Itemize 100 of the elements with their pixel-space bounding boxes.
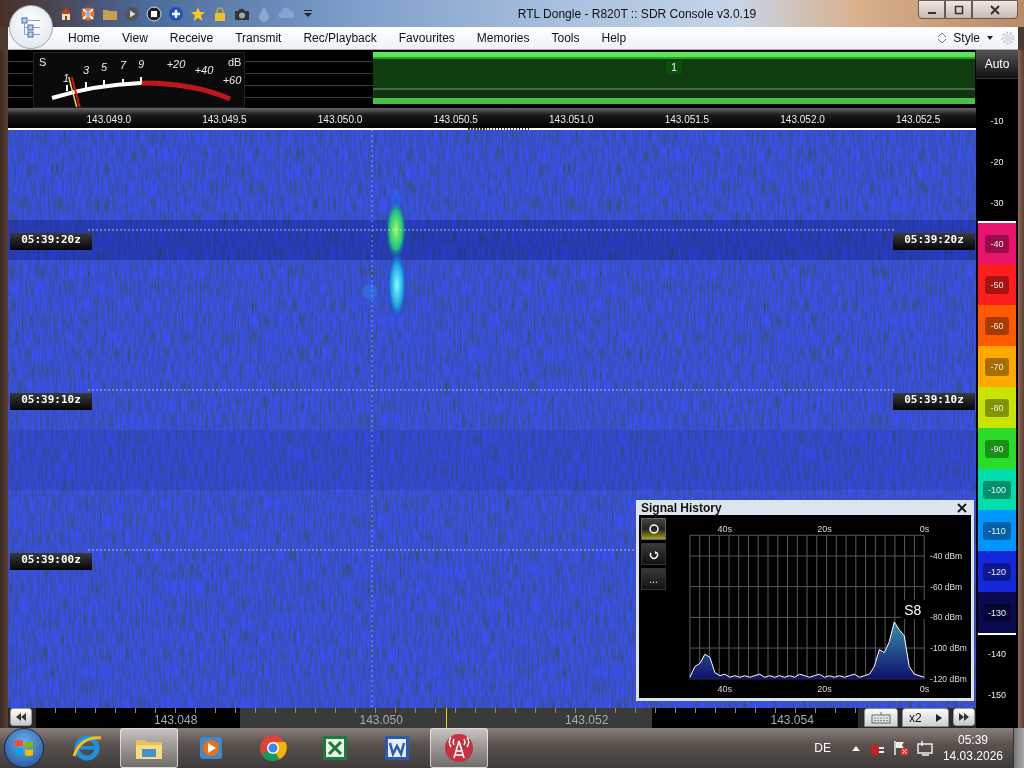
flag-icon[interactable]	[892, 740, 909, 756]
history-tool-button[interactable]	[641, 518, 666, 540]
auto-button[interactable]: Auto	[976, 50, 1018, 79]
level-label: -20	[989, 155, 1005, 169]
level-label: -80	[985, 398, 1009, 417]
history-tool-button[interactable]	[641, 543, 666, 565]
timestamp-label: 05:39:20z	[893, 233, 975, 250]
level-label: -110	[983, 521, 1011, 540]
frequency-label: 143.052.5	[894, 113, 942, 127]
show-desktop-button[interactable]	[1013, 728, 1024, 768]
keyboard-icon	[871, 711, 891, 724]
panel-title: Signal History	[641, 500, 723, 515]
level-label: -50	[985, 275, 1009, 294]
meter-unit-label: S	[39, 56, 47, 68]
menu-item[interactable]: Transmit	[224, 27, 293, 49]
frequency-label: 143.051.0	[548, 113, 595, 127]
timestamp-label: 05:39:10z	[893, 393, 975, 410]
zoom-button[interactable]: x2	[902, 708, 949, 727]
home-icon[interactable]	[58, 5, 74, 22]
frequency-label: 143.051.5	[663, 113, 711, 127]
meter-scale-label: 1	[62, 72, 70, 84]
level-label: -30	[989, 196, 1005, 210]
maximize-icon	[953, 4, 964, 15]
menu-item[interactable]: View	[111, 27, 159, 49]
timestamp-label: 05:39:00z	[10, 553, 92, 570]
signal-reading: S8	[901, 600, 926, 619]
taskbar-button[interactable]	[430, 728, 488, 768]
circle-icon	[646, 523, 661, 535]
frequency-label: 143.050.5	[432, 113, 479, 127]
menu-item[interactable]: Tools	[540, 27, 591, 49]
rewind-button[interactable]	[10, 708, 32, 726]
timestamp-label: 05:39:10z	[10, 393, 92, 410]
clock[interactable]: 05:39 14.03.2026	[942, 732, 1003, 764]
frequency-label: 143.048	[154, 712, 198, 728]
meter-scale-label: +40	[194, 64, 214, 76]
level-label: -70	[985, 357, 1009, 376]
fast-forward-button[interactable]	[952, 708, 975, 726]
minimize-button[interactable]	[918, 0, 945, 19]
meter-unit-label: dB	[228, 56, 242, 68]
close-button[interactable]	[972, 0, 1018, 19]
dropdown-icon[interactable]	[986, 34, 994, 42]
star-icon[interactable]	[190, 5, 206, 22]
tree-icon	[20, 16, 42, 38]
bandwidth-filter[interactable]: 1	[373, 52, 975, 104]
menu-item[interactable]: Receive	[158, 27, 225, 49]
frequency-label: 143.049.0	[85, 113, 133, 127]
meter-scale-label: 7	[119, 59, 127, 71]
network-icon[interactable]	[916, 740, 935, 756]
show-hidden-icons-icon[interactable]	[850, 744, 861, 752]
menu-item[interactable]: Home	[57, 27, 111, 49]
rewind-icon	[15, 712, 27, 722]
time-tick-label: 0s	[919, 524, 930, 535]
level-tick-label: -80 dBm	[930, 612, 963, 623]
windows-logo-icon	[13, 737, 35, 759]
time-tick-label: 40s	[717, 683, 733, 694]
plus-icon[interactable]	[168, 5, 184, 22]
level-label: -120	[983, 562, 1011, 581]
menu-item[interactable]: Favourites	[387, 27, 466, 49]
timestamp-label: 05:39:20z	[10, 233, 92, 250]
close-icon[interactable]	[957, 502, 967, 513]
language-indicator[interactable]: DE	[814, 741, 831, 755]
tuning-scale[interactable]: 143.048 143.050 143.052 143.054	[36, 708, 858, 728]
meter-scale-label: 5	[100, 61, 108, 73]
maximize-button[interactable]	[945, 0, 972, 19]
menu-item[interactable]: Help	[590, 27, 638, 49]
clock-date: 14.03.2026	[942, 748, 1003, 764]
window-title: RTL Dongle - R820T :: SDR Console v3.0.19	[516, 6, 758, 21]
level-label: -140	[987, 647, 1007, 661]
stop-icon[interactable]	[146, 5, 162, 22]
minimize-icon	[927, 11, 936, 14]
keyboard-button[interactable]	[864, 708, 898, 727]
time-tick-label: 0s	[919, 683, 930, 694]
time-tick-label: 40s	[717, 524, 733, 535]
play-icon[interactable]	[124, 5, 140, 22]
vfo-marker[interactable]: 1	[666, 61, 682, 74]
meter-scale-label: 3	[82, 64, 90, 76]
menu-item[interactable]: Memories	[465, 27, 541, 49]
time-tick-label: 20s	[817, 524, 832, 535]
frequency-label: 143.050.0	[316, 113, 364, 127]
level-tick-label: -100 dBm	[930, 643, 967, 654]
level-label: -130	[983, 603, 1011, 622]
start-button[interactable]	[4, 728, 44, 768]
meter-scale-label: 9	[137, 58, 145, 70]
clock-time: 05:39	[957, 732, 988, 748]
time-tick-label: 20s	[817, 683, 832, 694]
meter-scale-label: +60	[222, 74, 242, 86]
frequency-label: 143.050	[359, 712, 403, 728]
menu-item[interactable]: Rec/Playback	[292, 27, 388, 49]
tuning-marker	[446, 708, 447, 728]
more-button[interactable]: ...	[641, 568, 666, 590]
meter-scale-label: +20	[166, 58, 186, 70]
style-menu[interactable]: Style	[953, 31, 980, 45]
splitter-handle[interactable]	[468, 128, 530, 130]
level-label: -90	[985, 439, 1009, 458]
frequency-label: 143.054	[770, 712, 814, 728]
up-down-icon[interactable]	[937, 31, 948, 45]
close-icon	[989, 4, 1001, 15]
frequency-label: 143.049.5	[201, 113, 248, 127]
lifebuoy-icon[interactable]	[80, 5, 96, 22]
frequency-label: 143.052	[565, 712, 609, 728]
